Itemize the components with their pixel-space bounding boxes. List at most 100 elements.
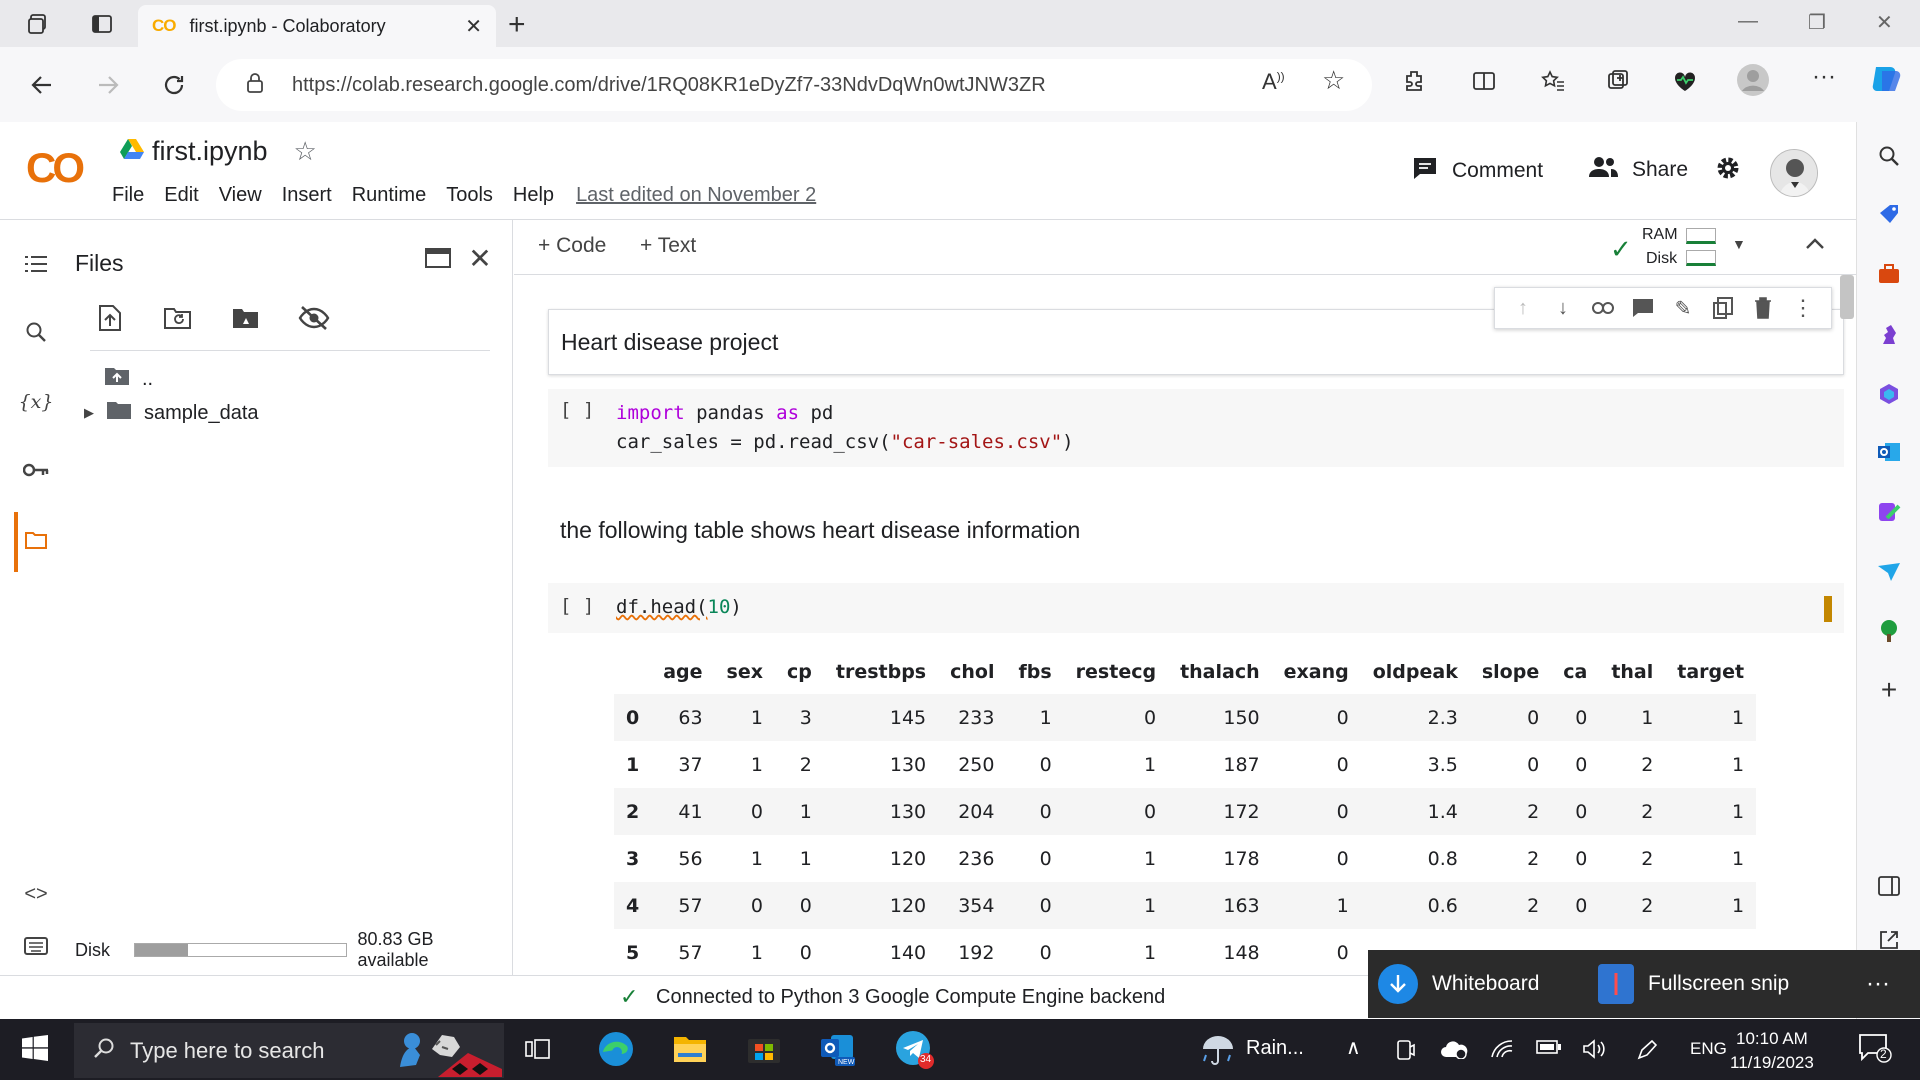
input-language[interactable]: ENG <box>1690 1039 1727 1059</box>
edge-browser-icon[interactable] <box>596 1029 636 1069</box>
upload-file-icon[interactable] <box>94 302 126 334</box>
user-avatar[interactable] <box>1770 149 1818 197</box>
command-palette-icon[interactable] <box>22 932 50 960</box>
designer-icon[interactable] <box>1877 500 1901 524</box>
comment-cell-icon[interactable] <box>1631 296 1655 320</box>
meet-now-icon[interactable] <box>1396 1039 1416 1066</box>
minimize-icon[interactable]: — <box>1738 10 1758 33</box>
lock-icon[interactable] <box>246 72 276 99</box>
tools-briefcase-icon[interactable] <box>1877 262 1901 286</box>
forward-icon[interactable] <box>88 65 128 105</box>
task-view-icon[interactable] <box>518 1029 558 1069</box>
menu-edit[interactable]: Edit <box>164 184 198 207</box>
menu-runtime[interactable]: Runtime <box>352 184 426 207</box>
popup-more-icon[interactable]: ··· <box>1848 950 1908 1018</box>
menu-view[interactable]: View <box>219 184 262 207</box>
menu-file[interactable]: File <box>112 184 144 207</box>
tree-icon[interactable] <box>1877 618 1901 642</box>
taskbar-clock[interactable]: 10:10 AM 11/19/2023 <box>1730 1027 1814 1075</box>
menu-insert[interactable]: Insert <box>282 184 332 207</box>
telegram-icon[interactable]: 34 <box>894 1029 934 1069</box>
close-tab-icon[interactable]: ✕ <box>465 14 482 39</box>
code-editor[interactable]: import pandas as pd car_sales = pd.read_… <box>616 399 1074 457</box>
collections-icon[interactable] <box>1606 69 1630 99</box>
sidebar-search-icon[interactable] <box>1877 144 1901 168</box>
files-folder-icon[interactable] <box>22 526 50 554</box>
menu-tools[interactable]: Tools <box>446 184 493 207</box>
copilot-icon[interactable] <box>1868 61 1904 103</box>
restore-icon[interactable]: ❐ <box>1808 10 1826 35</box>
read-aloud-icon[interactable]: A)) <box>1262 69 1285 95</box>
search-icon[interactable] <box>22 318 50 346</box>
games-chess-icon[interactable] <box>1877 322 1901 346</box>
windows-start-icon[interactable] <box>22 1035 48 1066</box>
browser-essentials-icon[interactable] <box>1672 69 1698 99</box>
split-screen-icon[interactable] <box>1472 69 1496 99</box>
open-in-tab-icon[interactable] <box>422 242 454 274</box>
add-code-button[interactable]: + Code <box>538 234 606 258</box>
share-button[interactable]: Share <box>1588 156 1688 184</box>
notebook-scrollbar[interactable] <box>1840 275 1854 319</box>
weather-text[interactable]: Rain... <box>1246 1037 1304 1060</box>
wifi-icon[interactable] <box>1490 1039 1514 1064</box>
hide-sidebar-icon[interactable] <box>1877 874 1901 898</box>
code-cell-head[interactable]: [ ] df.head(10) <box>548 583 1844 633</box>
workspaces-icon[interactable] <box>22 8 54 40</box>
link-icon[interactable] <box>1591 296 1615 320</box>
runtime-dropdown-icon[interactable]: ▼ <box>1732 236 1746 252</box>
mirror-cell-icon[interactable] <box>1711 296 1735 320</box>
parent-directory-row[interactable]: .. <box>104 366 153 392</box>
connection-status-text[interactable]: Connected to Python 3 Google Compute Eng… <box>656 986 1165 1009</box>
notification-center-icon[interactable]: 2 <box>1858 1033 1892 1070</box>
code-editor[interactable]: df.head(10) <box>616 593 742 622</box>
favorite-star-icon[interactable]: ☆ <box>1322 65 1345 96</box>
refresh-folder-icon[interactable] <box>162 302 194 334</box>
move-up-icon[interactable]: ↑ <box>1511 296 1535 320</box>
run-cell-bracket[interactable]: [ ] <box>560 399 594 421</box>
external-link-icon[interactable] <box>1877 928 1901 952</box>
address-bar[interactable]: https://colab.research.google.com/drive/… <box>216 59 1372 111</box>
star-notebook-icon[interactable]: ☆ <box>294 136 317 167</box>
expand-arrow-icon[interactable]: ▶ <box>84 405 94 421</box>
add-text-button[interactable]: + Text <box>640 234 696 258</box>
close-window-icon[interactable]: ✕ <box>1876 10 1893 35</box>
variables-icon[interactable]: {x} <box>19 388 54 416</box>
volume-icon[interactable] <box>1582 1039 1606 1064</box>
shopping-tag-icon[interactable] <box>1877 202 1901 226</box>
comment-button[interactable]: Comment <box>1412 156 1543 186</box>
last-edited-link[interactable]: Last edited on November 2 <box>576 184 816 207</box>
menu-help[interactable]: Help <box>513 184 554 207</box>
onedrive-cloud-icon[interactable] <box>1440 1039 1468 1064</box>
secrets-key-icon[interactable] <box>22 456 50 484</box>
collapse-header-icon[interactable] <box>1804 236 1826 255</box>
more-options-icon[interactable]: ··· <box>1812 63 1836 91</box>
outlook-new-icon[interactable]: NEW <box>818 1029 858 1069</box>
tab-actions-icon[interactable] <box>86 8 118 40</box>
microsoft-365-icon[interactable] <box>1877 382 1901 406</box>
taskbar-search-box[interactable]: Type here to search <box>74 1023 504 1078</box>
weather-umbrella-icon[interactable] <box>1200 1033 1236 1070</box>
notebook-title[interactable]: first.ipynb <box>152 136 268 167</box>
new-tab-icon[interactable]: + <box>508 8 526 42</box>
battery-icon[interactable] <box>1536 1039 1562 1060</box>
code-snippets-icon[interactable]: <> <box>22 880 50 908</box>
profile-avatar-icon[interactable] <box>1736 63 1770 103</box>
mount-drive-icon[interactable] <box>230 302 262 334</box>
settings-gear-icon[interactable] <box>1714 154 1742 182</box>
snip-notification[interactable]: Fullscreen snip <box>1588 950 1848 1018</box>
show-hidden-icons-icon[interactable]: ∧ <box>1346 1035 1361 1060</box>
file-explorer-icon[interactable] <box>670 1029 710 1069</box>
move-down-icon[interactable]: ↓ <box>1551 296 1575 320</box>
microsoft-store-icon[interactable] <box>744 1029 784 1069</box>
run-cell-bracket[interactable]: [ ] <box>560 595 594 617</box>
add-sidebar-app-icon[interactable]: + <box>1877 674 1901 705</box>
hide-files-eye-icon[interactable] <box>298 302 330 334</box>
colab-logo[interactable]: CO <box>26 144 85 192</box>
pen-icon[interactable] <box>1636 1039 1658 1066</box>
edit-pencil-icon[interactable]: ✎ <box>1671 296 1695 320</box>
close-panel-icon[interactable]: ✕ <box>464 242 496 274</box>
more-vert-icon[interactable]: ⋮ <box>1791 295 1815 320</box>
table-of-contents-icon[interactable] <box>22 250 50 278</box>
delete-trash-icon[interactable] <box>1751 296 1775 320</box>
send-icon[interactable] <box>1877 560 1901 584</box>
